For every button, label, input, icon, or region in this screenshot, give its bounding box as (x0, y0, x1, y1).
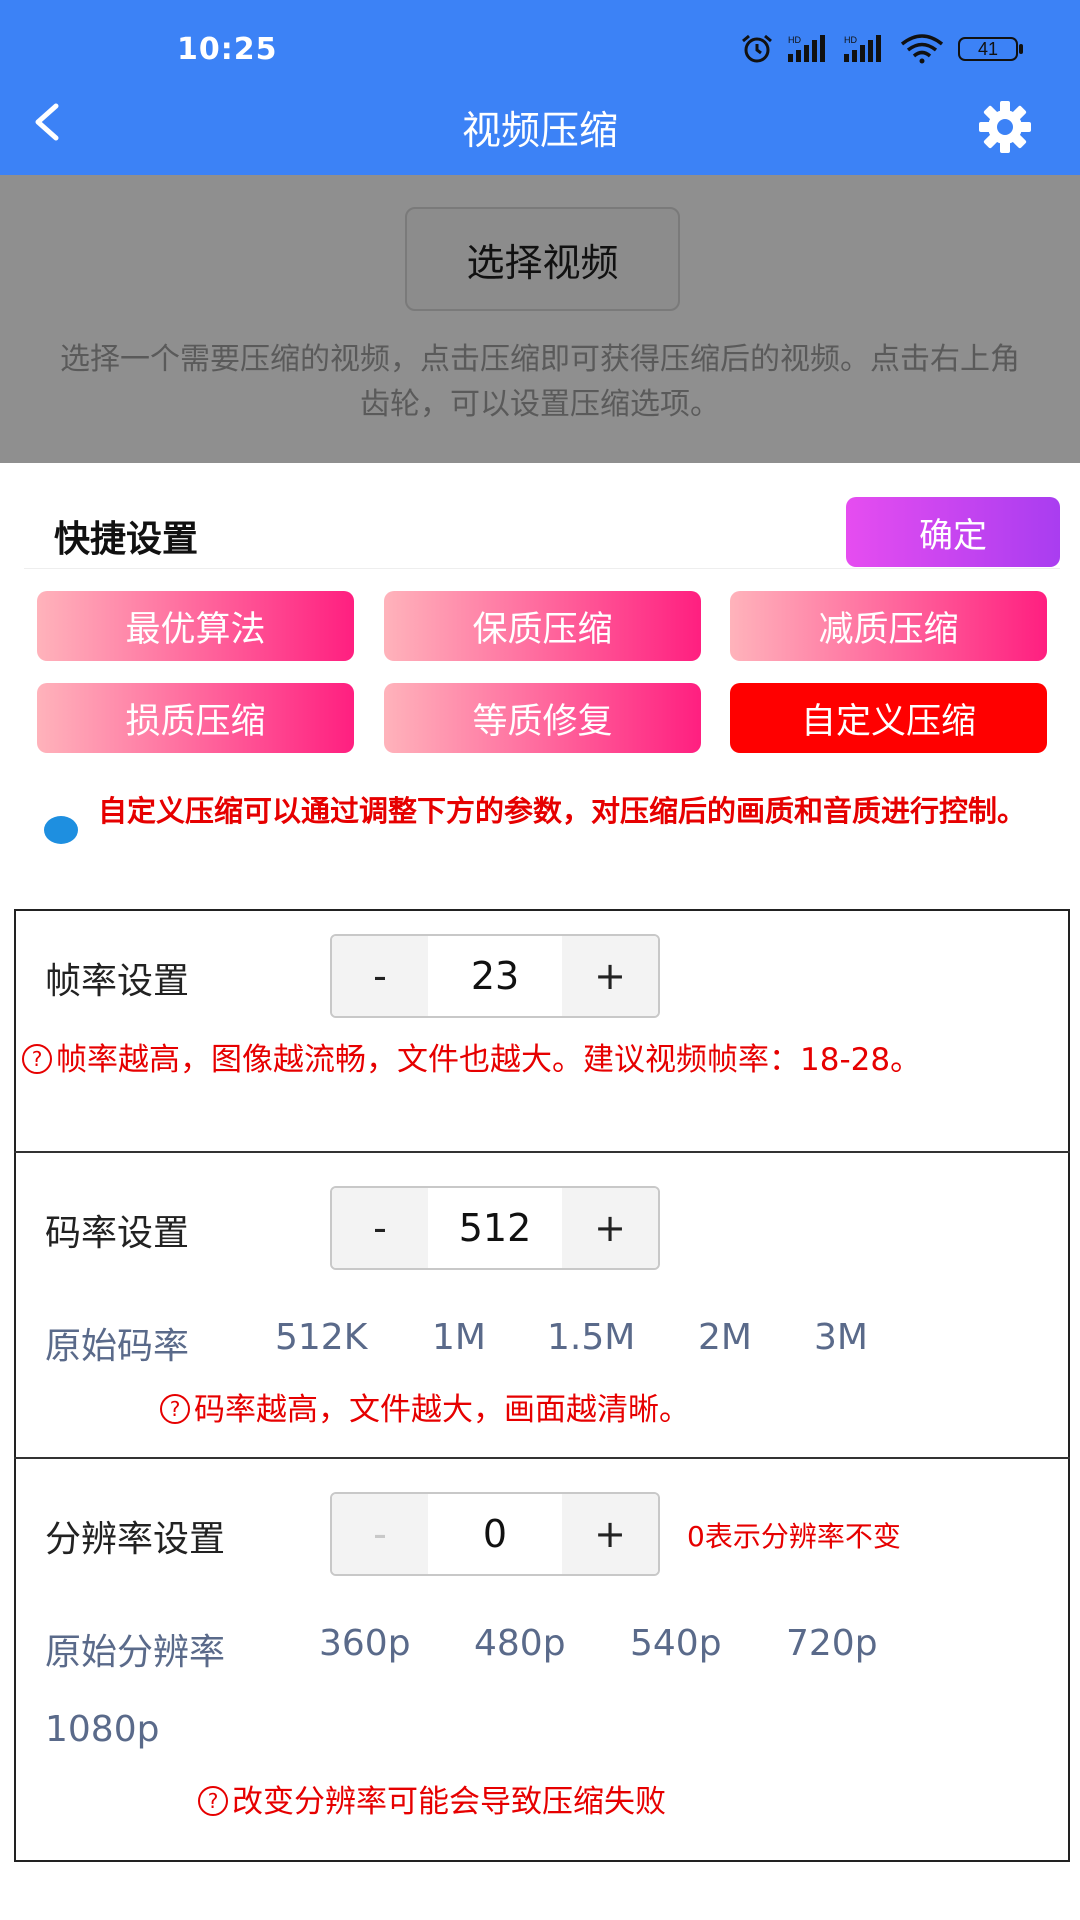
app-header: 10:25 HD HD 41 视频压缩 (0, 0, 1080, 175)
gear-icon[interactable] (978, 100, 1032, 154)
resolution-option-720p[interactable]: 720p (786, 1623, 878, 1664)
wifi-icon (900, 34, 944, 64)
signal-hd-icon-2: HD (844, 35, 881, 62)
bit-rate-option-512k[interactable]: 512K (275, 1317, 367, 1358)
hd-label-1: HD (788, 35, 801, 45)
bit-rate-value[interactable]: 512 (428, 1188, 562, 1268)
battery-level: 41 (977, 39, 999, 59)
help-icon: ? (198, 1785, 228, 1816)
bit-rate-option-3m[interactable]: 3M (814, 1317, 868, 1358)
frame-rate-value[interactable]: 23 (428, 936, 562, 1016)
preset-optimal-button[interactable]: 最优算法 (37, 591, 354, 661)
preset-lossy-button[interactable]: 损质压缩 (37, 683, 354, 753)
confirm-button[interactable]: 确定 (846, 497, 1060, 567)
battery-icon: 41 (958, 35, 1024, 63)
hd-label-2: HD (844, 35, 857, 45)
bit-rate-option-1m[interactable]: 1M (432, 1317, 486, 1358)
resolution-plus-button[interactable]: + (562, 1494, 658, 1574)
resolution-option-original[interactable]: 原始分辨率 (45, 1623, 225, 1675)
frame-rate-minus-button[interactable]: - (332, 936, 428, 1016)
frame-rate-stepper: - 23 + (330, 934, 660, 1018)
bit-rate-tip: ? 码率越高，文件越大，画面越清晰。 (160, 1387, 690, 1433)
page-title: 视频压缩 (461, 109, 618, 154)
bit-rate-plus-button[interactable]: + (562, 1188, 658, 1268)
frame-rate-tip: ? 帧率越高，图像越流畅，文件也越大。建议视频帧率：18-28。 (22, 1037, 922, 1083)
custom-info-text: 自定义压缩可以通过调整下方的参数，对压缩后的画质和音质进行控制。 (98, 794, 1027, 828)
resolution-tip-text: 改变分辨率可能会导致压缩失败 (232, 1784, 666, 1820)
frame-rate-label: 帧率设置 (45, 961, 190, 1002)
bit-rate-stepper: - 512 + (330, 1186, 660, 1270)
resolution-option-1080p[interactable]: 1080p (45, 1709, 159, 1750)
help-icon: ? (160, 1393, 190, 1424)
resolution-value[interactable]: 0 (428, 1494, 562, 1574)
bit-rate-minus-button[interactable]: - (332, 1188, 428, 1268)
frame-rate-tip-text: 帧率越高，图像越流畅，文件也越大。建议视频帧率：18-28。 (56, 1042, 922, 1078)
divider (14, 1457, 1070, 1459)
bit-rate-option-2m[interactable]: 2M (698, 1317, 752, 1358)
resolution-tip: ? 改变分辨率可能会导致压缩失败 (198, 1779, 666, 1825)
divider (24, 568, 1060, 569)
signal-hd-icon: HD (788, 35, 825, 62)
preset-custom-button[interactable]: 自定义压缩 (730, 683, 1047, 753)
bit-rate-tip-text: 码率越高，文件越大，画面越清晰。 (194, 1392, 690, 1428)
preset-reduced-button[interactable]: 减质压缩 (730, 591, 1047, 661)
resolution-stepper: - 0 + (330, 1492, 660, 1576)
quick-settings-title: 快捷设置 (54, 519, 199, 560)
resolution-option-540p[interactable]: 540p (630, 1623, 722, 1664)
bit-rate-option-original[interactable]: 原始码率 (45, 1317, 189, 1369)
preset-quality-button[interactable]: 保质压缩 (384, 591, 701, 661)
select-video-button[interactable]: 选择视频 (405, 207, 680, 311)
status-icons: HD HD 41 (740, 34, 1024, 64)
select-video-description: 选择一个需要压缩的视频，点击压缩即可获得压缩后的视频。点击右上角齿轮，可以设置压… (60, 342, 1020, 422)
status-time: 10:25 (177, 32, 278, 67)
bit-rate-option-1-5m[interactable]: 1.5M (547, 1317, 635, 1358)
resolution-option-360p[interactable]: 360p (319, 1623, 411, 1664)
alarm-icon (742, 34, 772, 63)
help-icon: ? (22, 1043, 52, 1074)
bit-rate-label: 码率设置 (45, 1213, 190, 1254)
resolution-label: 分辨率设置 (45, 1519, 226, 1560)
resolution-minus-button[interactable]: - (332, 1494, 428, 1574)
resolution-note: 0表示分辨率不变 (687, 1520, 901, 1553)
resolution-option-480p[interactable]: 480p (474, 1623, 566, 1664)
preset-repair-button[interactable]: 等质修复 (384, 683, 701, 753)
frame-rate-plus-button[interactable]: + (562, 936, 658, 1016)
divider (14, 1151, 1070, 1153)
info-icon (44, 816, 78, 844)
